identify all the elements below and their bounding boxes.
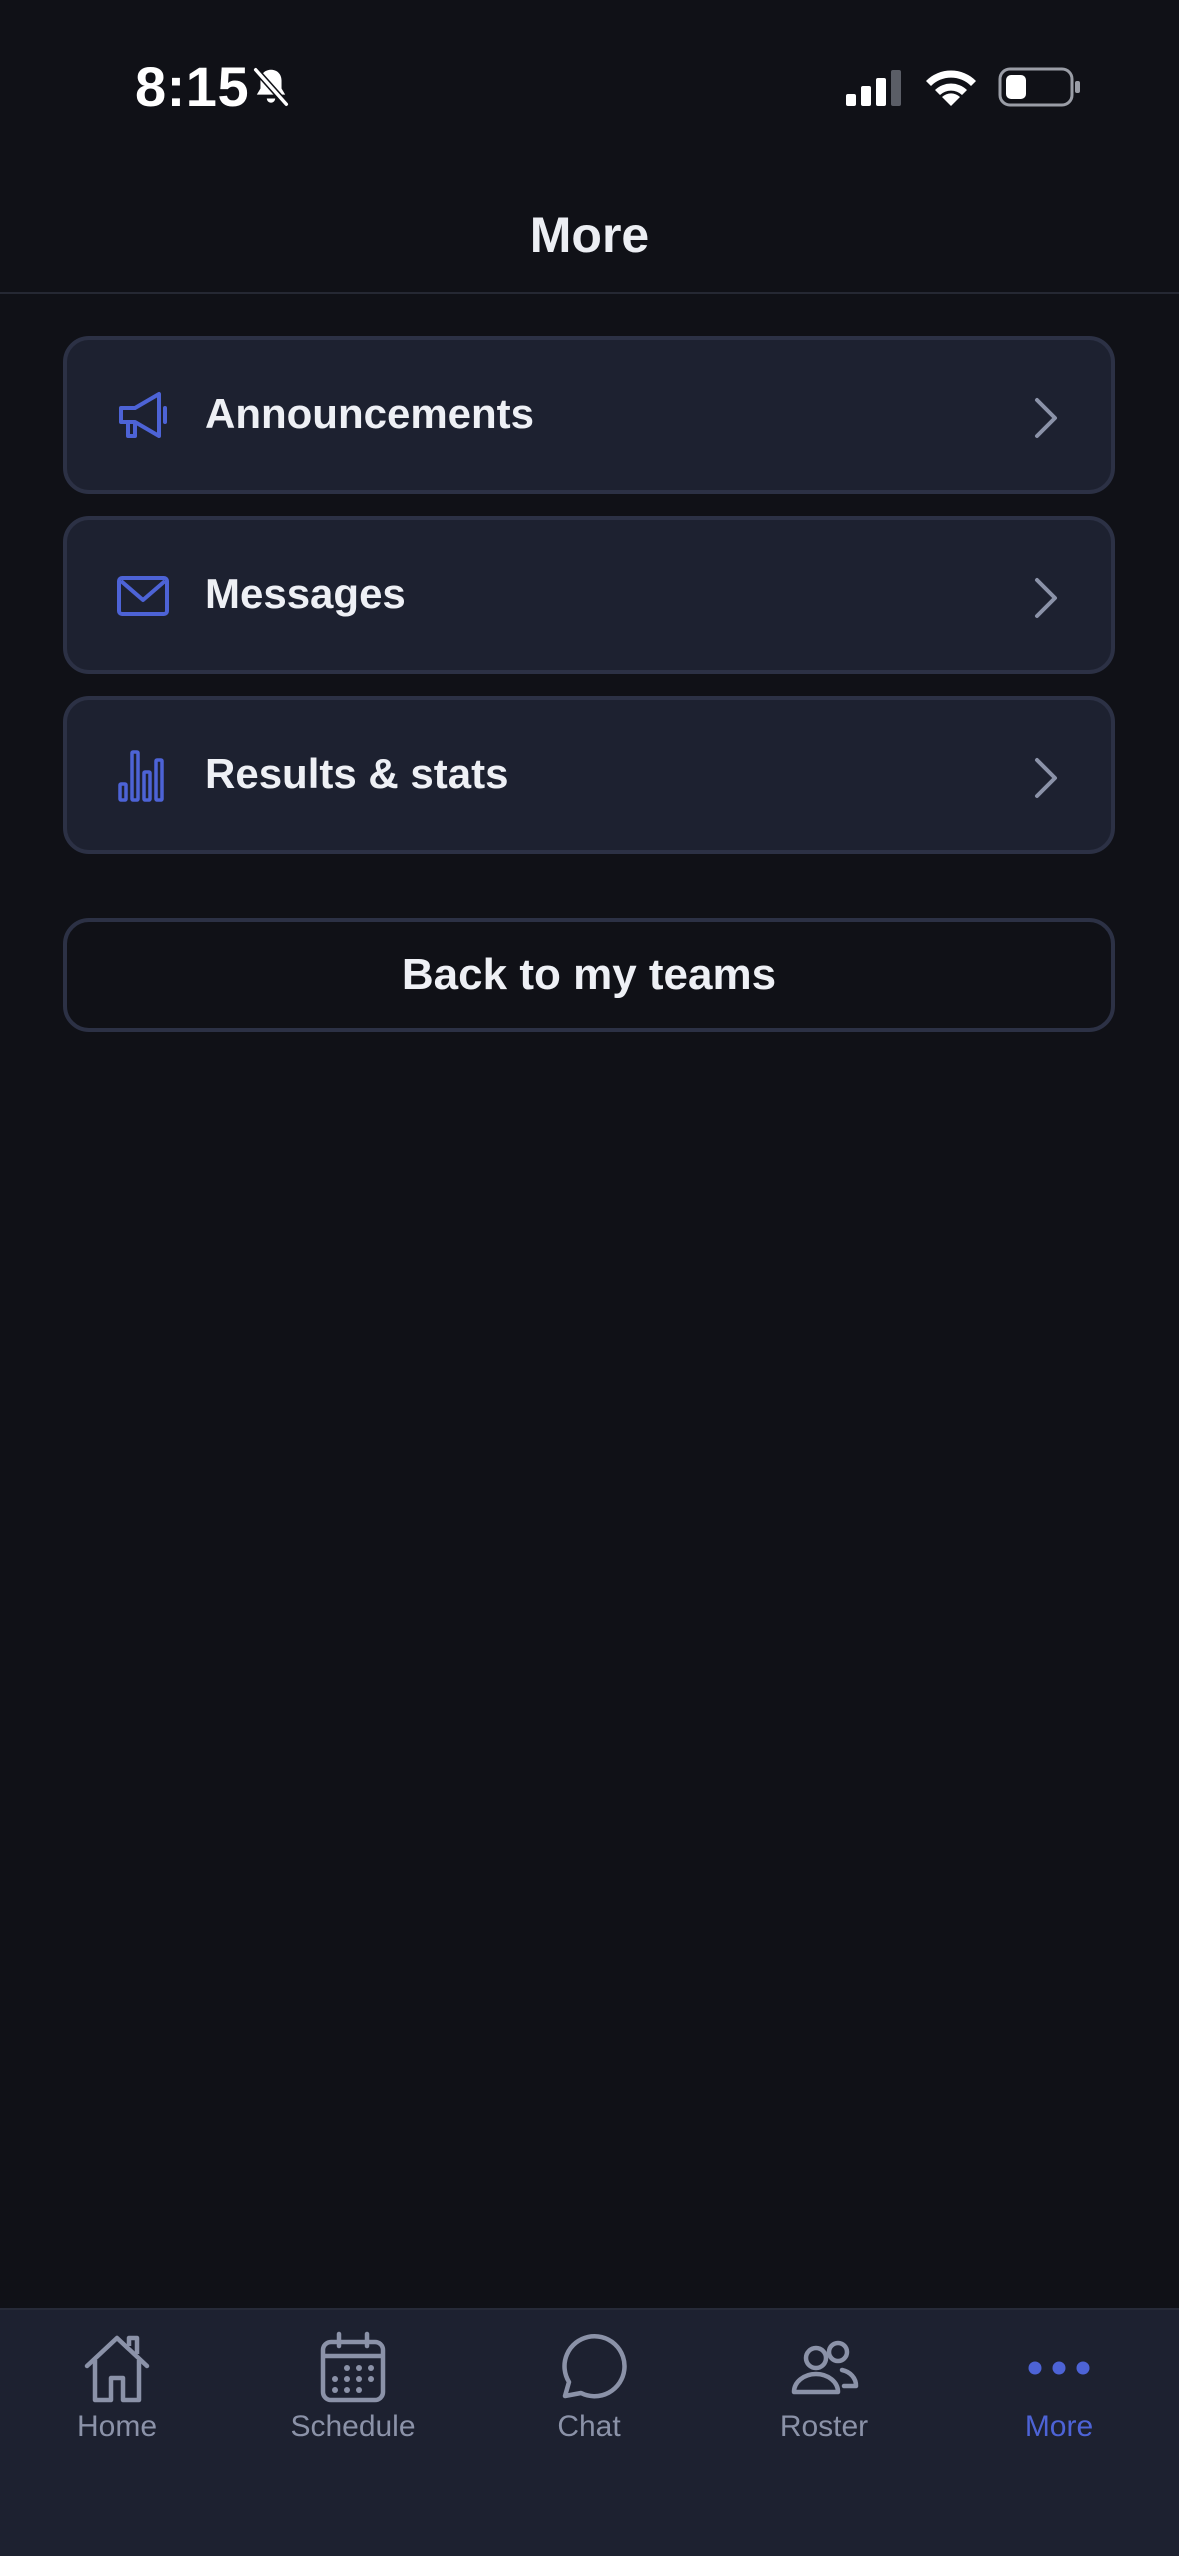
calendar-icon [320,2331,386,2403]
tab-schedule[interactable]: Schedule [253,2330,453,2470]
tab-label: More [1024,2410,1094,2443]
tab-label: Chat [557,2410,621,2443]
chevron-right-icon [1035,758,1057,798]
menu-item-label: Messages [205,570,406,617]
menu-item-messages[interactable]: Messages [63,516,1115,674]
envelope-icon [117,576,169,616]
status-bar: 8:15 [0,0,1179,150]
tab-chat[interactable]: Chat [489,2330,689,2470]
chevron-right-icon [1035,578,1057,618]
more-dots-icon [1028,2361,1090,2375]
home-icon [84,2335,150,2403]
more-screen: 8:15 More Announcements Messages Results… [0,0,1179,2556]
bar-chart-icon [118,750,164,802]
tab-home[interactable]: Home [17,2330,217,2470]
wifi-icon [926,70,976,106]
chat-bubble-icon [562,2333,627,2399]
tab-label: Roster [779,2410,869,2443]
menu-item-announcements[interactable]: Announcements [63,336,1115,494]
menu-item-label: Announcements [205,390,535,437]
tab-roster[interactable]: Roster [724,2330,924,2470]
cellular-signal-icon [846,70,901,106]
status-time: 8:15 [135,55,250,118]
battery-icon [998,67,1080,107]
menu-item-label: Results & stats [205,750,509,797]
back-to-my-teams-button[interactable]: Back to my teams [63,918,1115,1032]
menu-item-results-stats[interactable]: Results & stats [63,696,1115,854]
megaphone-icon [119,392,167,438]
bottom-tab-bar: Home Schedule Chat Roster More [0,2308,1179,2556]
tab-label: Schedule [290,2410,416,2443]
tab-more[interactable]: More [959,2330,1159,2470]
top-header: More [0,180,1179,294]
muted-bell-icon [253,67,289,107]
chevron-right-icon [1035,398,1057,438]
tab-label: Home [76,2410,158,2443]
page-title: More [529,207,650,263]
people-icon [791,2340,859,2395]
